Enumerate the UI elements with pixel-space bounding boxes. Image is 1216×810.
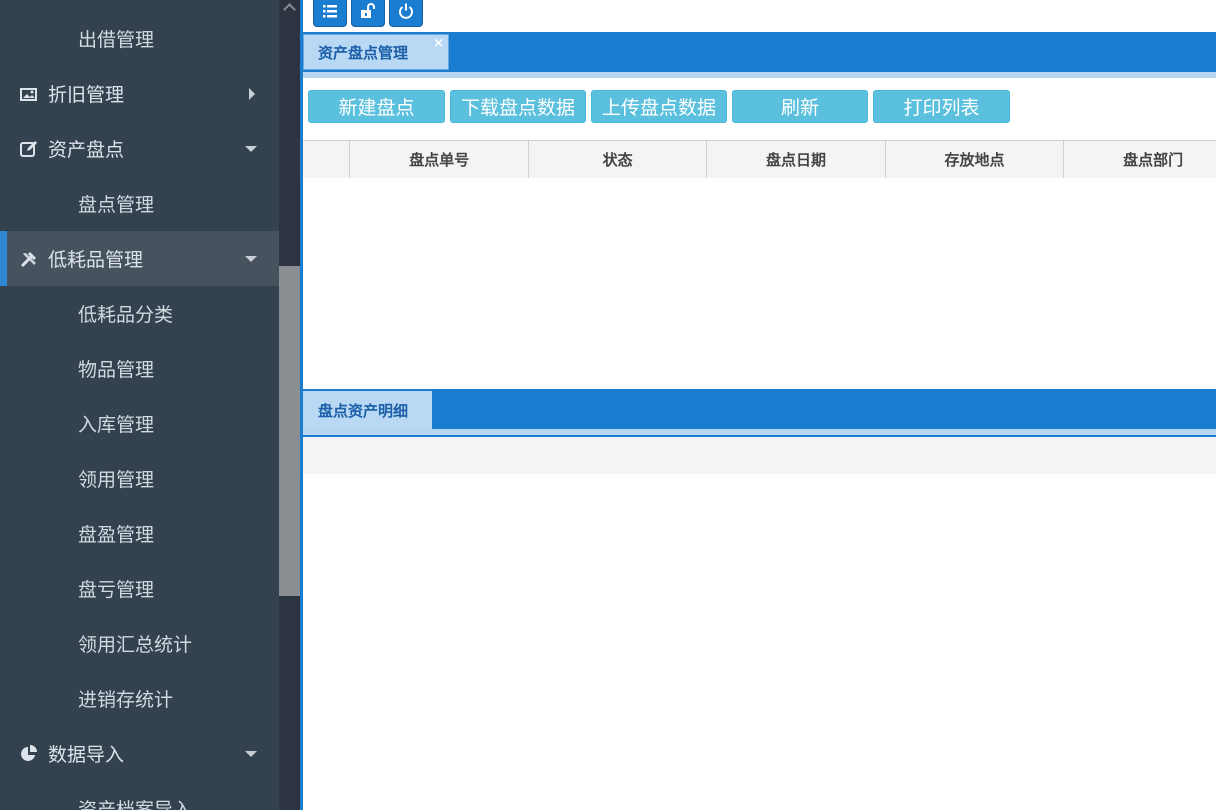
detail-tab-bar-divider bbox=[303, 429, 1216, 437]
logout-button[interactable] bbox=[389, 0, 423, 27]
sidebar-item-label: 资产档案导入 bbox=[78, 799, 193, 810]
sidebar-item-label: 盘亏管理 bbox=[78, 579, 155, 601]
list-icon bbox=[321, 2, 339, 24]
sidebar-item-lending[interactable]: 出借管理 bbox=[0, 11, 279, 66]
sidebar-item-asset-inventory[interactable]: 资产盘点 bbox=[0, 121, 279, 176]
tab-asset-inventory-management[interactable]: 资产盘点管理 × bbox=[303, 34, 449, 70]
detail-table-header bbox=[303, 437, 1216, 474]
sidebar-item-inventory-statistics[interactable]: 进销存统计 bbox=[0, 671, 279, 726]
sidebar-item-label: 折旧管理 bbox=[48, 84, 125, 106]
upload-inventory-data-button[interactable]: 上传盘点数据 bbox=[591, 90, 727, 123]
new-inventory-button[interactable]: 新建盘点 bbox=[308, 90, 445, 123]
sidebar-scrollbar-thumb[interactable] bbox=[279, 266, 300, 596]
tab-bar: 资产盘点管理 × bbox=[303, 32, 1216, 72]
sidebar-item-asset-archive-import[interactable]: 资产档案导入 bbox=[0, 781, 279, 810]
sidebar-item-consumable-category[interactable]: 低耗品分类 bbox=[0, 286, 279, 341]
sidebar-item-label: 盘盈管理 bbox=[78, 524, 155, 546]
column-header-status[interactable]: 状态 bbox=[529, 141, 708, 178]
chevron-right-icon bbox=[249, 87, 255, 100]
download-inventory-data-button[interactable]: 下载盘点数据 bbox=[450, 90, 586, 123]
detail-tab-bar: 盘点资产明细 bbox=[303, 389, 1216, 429]
sidebar-item-label: 领用管理 bbox=[78, 469, 155, 491]
sidebar-item-inventory-management[interactable]: 盘点管理 bbox=[0, 176, 279, 231]
unlock-icon bbox=[359, 2, 377, 24]
sidebar-item-label: 资产盘点 bbox=[48, 139, 125, 161]
sidebar-item-label: 进销存统计 bbox=[78, 689, 174, 711]
refresh-button[interactable]: 刷新 bbox=[732, 90, 868, 123]
sidebar-item-requisition[interactable]: 领用管理 bbox=[0, 451, 279, 506]
sidebar-item-label: 入库管理 bbox=[78, 414, 155, 436]
sidebar-item-surplus[interactable]: 盘盈管理 bbox=[0, 506, 279, 561]
power-icon bbox=[397, 2, 415, 24]
sidebar-item-requisition-summary[interactable]: 领用汇总统计 bbox=[0, 616, 279, 671]
table-header-checkbox-column[interactable] bbox=[303, 141, 351, 178]
menu-toggle-button[interactable] bbox=[313, 0, 347, 27]
sidebar-item-label: 数据导入 bbox=[48, 744, 125, 766]
tools-icon bbox=[18, 248, 40, 270]
sidebar-item-label: 低耗品管理 bbox=[48, 249, 144, 271]
sidebar-item-consumables[interactable]: 低耗品管理 bbox=[0, 231, 279, 286]
table-header: 盘点单号 状态 盘点日期 存放地点 盘点部门 bbox=[303, 140, 1216, 178]
sidebar-item-label: 物品管理 bbox=[78, 359, 155, 381]
column-header-inventory-department[interactable]: 盘点部门 bbox=[1064, 141, 1216, 178]
sidebar-item-data-import[interactable]: 数据导入 bbox=[0, 726, 279, 781]
sidebar-item-depreciation[interactable]: 折旧管理 bbox=[0, 66, 279, 121]
tab-label: 盘点资产明细 bbox=[318, 401, 409, 420]
sidebar-item-label: 盘点管理 bbox=[78, 194, 155, 216]
pie-chart-icon bbox=[18, 743, 40, 765]
close-icon[interactable]: × bbox=[433, 37, 444, 50]
tab-inventory-asset-detail[interactable]: 盘点资产明细 bbox=[303, 391, 432, 429]
edit-icon bbox=[18, 138, 40, 160]
sidebar-item-label: 出借管理 bbox=[78, 29, 155, 51]
chevron-down-icon bbox=[245, 255, 257, 262]
column-header-inventory-no[interactable]: 盘点单号 bbox=[350, 141, 529, 178]
print-list-button[interactable]: 打印列表 bbox=[873, 90, 1010, 123]
chevron-down-icon bbox=[245, 145, 257, 152]
sidebar: 出借管理 折旧管理 资产盘点 盘点管理 低耗品管理 低耗品分类 物品管理 入库管… bbox=[0, 0, 279, 810]
column-header-storage-location[interactable]: 存放地点 bbox=[886, 141, 1065, 178]
chevron-down-icon bbox=[245, 750, 257, 757]
tab-bar-divider bbox=[303, 72, 1216, 78]
sidebar-item-goods-management[interactable]: 物品管理 bbox=[0, 341, 279, 396]
main-content: 资产盘点管理 × 新建盘点 下载盘点数据 上传盘点数据 刷新 打印列表 盘点单号… bbox=[300, 0, 1216, 810]
sidebar-item-loss[interactable]: 盘亏管理 bbox=[0, 561, 279, 616]
image-icon bbox=[18, 83, 40, 105]
top-toolbar bbox=[313, 0, 423, 28]
sidebar-item-stock-in[interactable]: 入库管理 bbox=[0, 396, 279, 451]
scroll-up-icon[interactable] bbox=[279, 0, 300, 14]
lock-button[interactable] bbox=[351, 0, 385, 27]
sidebar-item-label: 领用汇总统计 bbox=[78, 634, 193, 656]
tab-label: 资产盘点管理 bbox=[318, 43, 409, 62]
sidebar-item-label: 低耗品分类 bbox=[78, 304, 174, 326]
action-bar: 新建盘点 下载盘点数据 上传盘点数据 刷新 打印列表 bbox=[308, 90, 1010, 123]
column-header-inventory-date[interactable]: 盘点日期 bbox=[707, 141, 886, 178]
